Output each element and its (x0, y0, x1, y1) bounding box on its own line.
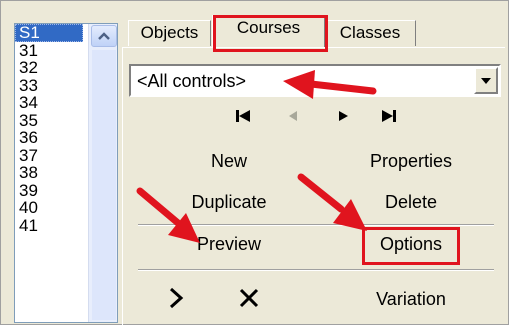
tab-courses[interactable]: Courses (212, 15, 325, 47)
last-icon (382, 110, 396, 122)
separator-top (138, 224, 494, 226)
dropdown-value: <All controls> (137, 71, 247, 91)
scroll-track[interactable] (92, 50, 116, 320)
list-item[interactable]: 33 (15, 77, 83, 95)
controls-dropdown[interactable]: <All controls> (129, 64, 501, 97)
duplicate-button[interactable]: Duplicate (175, 191, 283, 213)
next-icon (339, 111, 348, 121)
list-item[interactable]: 36 (15, 129, 83, 147)
chevron-down-icon (481, 77, 491, 84)
tab-objects[interactable]: Objects (128, 20, 211, 46)
first-icon (236, 110, 250, 122)
dropdown-button[interactable] (474, 67, 498, 94)
previous-icon (289, 111, 297, 121)
variation-button[interactable]: Variation (356, 288, 466, 310)
list-item[interactable]: 40 (15, 199, 83, 217)
list-item[interactable]: 39 (15, 182, 83, 200)
options-button[interactable]: Options (363, 233, 459, 255)
course-list-items: S1 31 32 33 34 35 36 37 38 39 40 41 (15, 24, 83, 234)
x-icon (239, 288, 259, 308)
list-item[interactable]: 31 (15, 42, 83, 60)
next-button[interactable] (329, 105, 357, 127)
list-item[interactable]: 32 (15, 59, 83, 77)
list-item[interactable]: 37 (15, 147, 83, 165)
new-button[interactable]: New (181, 150, 277, 172)
list-item[interactable]: 41 (15, 217, 83, 235)
chevron-right-icon (169, 287, 184, 309)
move-button[interactable] (163, 284, 189, 312)
tab-classes[interactable]: Classes (324, 20, 416, 46)
list-item[interactable]: 34 (15, 94, 83, 112)
properties-button[interactable]: Properties (351, 150, 471, 172)
previous-button[interactable] (279, 105, 307, 127)
remove-button[interactable] (235, 284, 263, 312)
scrollbar[interactable] (88, 24, 117, 322)
list-item[interactable]: S1 (15, 24, 83, 42)
window: S1 31 32 33 34 35 36 37 38 39 40 41 Objects Courses… (0, 0, 509, 327)
last-button[interactable] (375, 105, 403, 127)
first-button[interactable] (229, 105, 257, 127)
list-item[interactable]: 35 (15, 112, 83, 130)
course-list[interactable]: S1 31 32 33 34 35 36 37 38 39 40 41 (14, 23, 118, 323)
preview-button[interactable]: Preview (181, 233, 277, 255)
list-item[interactable]: 38 (15, 164, 83, 182)
delete-button[interactable]: Delete (361, 191, 461, 213)
chevron-up-icon (98, 32, 110, 40)
scroll-up-button[interactable] (91, 25, 117, 47)
separator-bottom (138, 269, 494, 271)
